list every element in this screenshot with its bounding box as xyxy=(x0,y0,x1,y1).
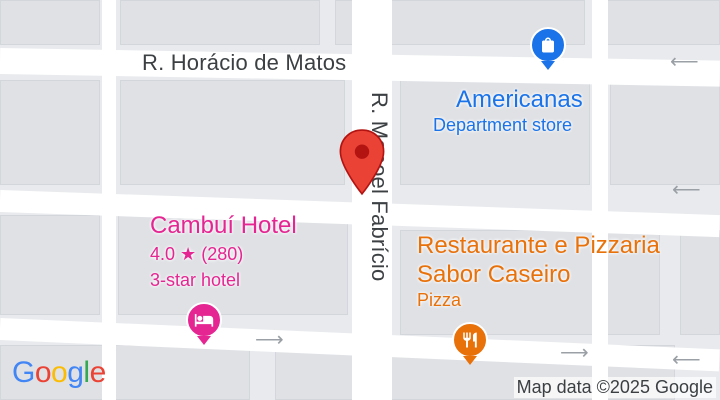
poi-category-cambui-hotel: 3-star hotel xyxy=(150,270,241,290)
one-way-arrow-icon: ⟵ xyxy=(672,349,701,371)
building-block xyxy=(0,0,100,45)
one-way-arrow-icon: ⟵ xyxy=(672,179,701,201)
cambui-hotel-pin-tail xyxy=(197,336,211,345)
building-block xyxy=(680,230,720,335)
poi-name-americanas[interactable]: Americanas xyxy=(456,86,583,114)
rating-value: 4.0 xyxy=(150,244,176,264)
road-vertical-right xyxy=(592,0,608,400)
building-block xyxy=(0,215,100,315)
cambui-hotel-pin[interactable] xyxy=(186,302,222,338)
poi-category-restaurante: Pizza xyxy=(417,290,462,310)
building-block xyxy=(605,0,720,45)
poi-rating-cambui-hotel: 4.0 ★ (280) xyxy=(150,244,243,265)
building-block xyxy=(120,0,320,45)
review-count: (280) xyxy=(201,244,244,264)
road-vertical-left xyxy=(102,0,116,400)
restaurante-pin[interactable] xyxy=(452,322,488,358)
poi-name-cambui-hotel[interactable]: Cambuí Hotel xyxy=(150,212,297,240)
shopping-bag-icon xyxy=(542,37,554,53)
one-way-arrow-icon: ⟶ xyxy=(255,329,284,351)
building-block xyxy=(610,80,720,185)
americanas-pin[interactable] xyxy=(530,27,566,63)
location-pin-icon[interactable] xyxy=(337,128,387,198)
map-attribution[interactable]: Map data ©2025 Google xyxy=(513,377,716,398)
one-way-arrow-icon: ⟵ xyxy=(670,51,699,73)
building-block xyxy=(0,80,100,185)
poi-category-americanas: Department store xyxy=(433,115,573,135)
restaurante-pin-tail xyxy=(463,356,477,365)
one-way-arrow-icon: ⟶ xyxy=(560,342,589,364)
road-label-horacio-de-matos: R. Horácio de Matos xyxy=(142,50,347,75)
building-block xyxy=(120,80,345,185)
google-logo: Google xyxy=(12,356,106,389)
star-icon: ★ xyxy=(180,244,197,264)
fork-knife-icon xyxy=(463,332,477,348)
poi-name-restaurante-line1[interactable]: Restaurante e Pizzaria xyxy=(417,232,660,260)
map-canvas[interactable]: ⟵ ⟵ ⟶ ⟶ ⟵ R. Horácio de Matos R. Manoel … xyxy=(0,0,720,400)
bed-icon xyxy=(194,314,214,327)
poi-name-restaurante-line2[interactable]: Sabor Caseiro xyxy=(417,261,570,289)
americanas-pin-tail xyxy=(541,61,555,70)
